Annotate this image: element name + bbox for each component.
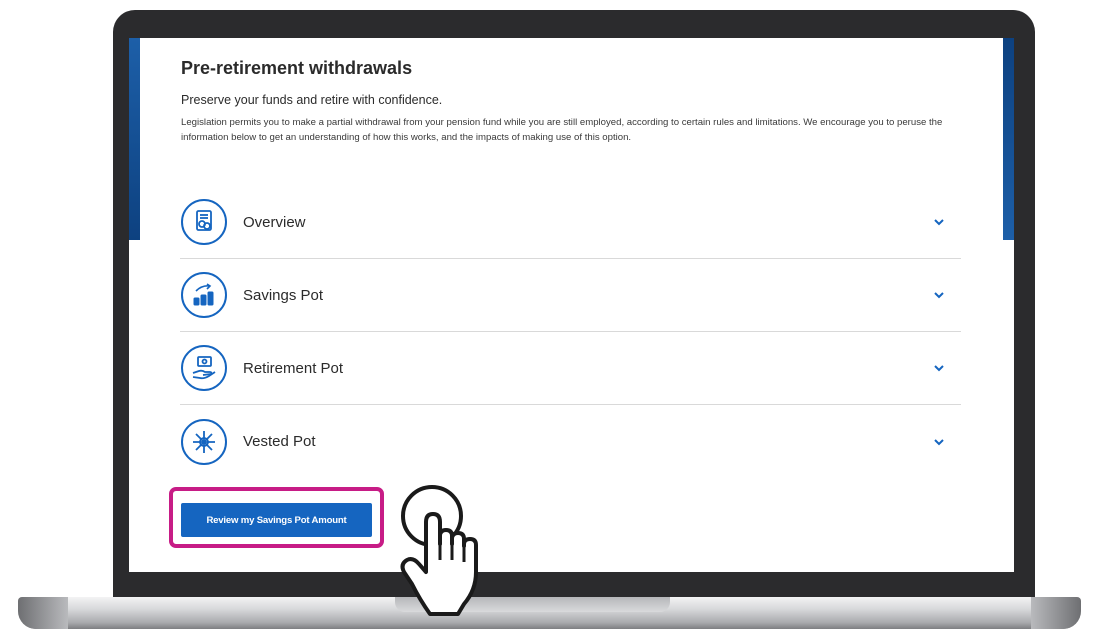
chevron-down-icon[interactable] — [932, 437, 946, 447]
intro-paragraph: Legislation permits you to make a partia… — [181, 117, 943, 143]
screen-left-accent — [129, 38, 140, 240]
accordion-item-overview[interactable]: Overview — [180, 186, 961, 259]
document-coins-icon — [181, 199, 227, 245]
cta-highlight-frame: Review my Savings Pot Amount — [169, 487, 384, 548]
screen-right-accent — [1003, 38, 1014, 240]
accordion-item-savings-pot[interactable]: Savings Pot — [180, 259, 961, 332]
accordion-item-retirement-pot[interactable]: Retirement Pot — [180, 332, 961, 405]
coin-stacks-growth-icon — [181, 272, 227, 318]
accordion-item-label: Vested Pot — [243, 433, 316, 450]
laptop-screen: Pre-retirement withdrawals Preserve your… — [129, 38, 1014, 572]
hand-pointer-cursor-icon — [400, 485, 478, 616]
accordion: Overview Savings Pot Retirement Pot Vest… — [180, 186, 961, 478]
intro-section: Pre-retirement withdrawals Preserve your… — [181, 58, 961, 145]
snowflake-icon — [181, 418, 227, 465]
accordion-item-label: Overview — [243, 213, 306, 231]
laptop-base-right-end — [1031, 597, 1081, 629]
review-savings-pot-button[interactable]: Review my Savings Pot Amount — [181, 503, 372, 537]
chevron-down-icon[interactable] — [932, 363, 946, 373]
laptop-base-left-end — [18, 597, 68, 629]
accordion-item-label: Savings Pot — [243, 286, 324, 304]
page-title: Pre-retirement withdrawals — [181, 58, 413, 78]
accordion-item-label: Retirement Pot — [243, 359, 344, 377]
chevron-down-icon[interactable] — [932, 217, 946, 227]
hand-holding-cash-icon — [181, 345, 227, 391]
chevron-down-icon[interactable] — [932, 290, 946, 300]
page-subtitle: Preserve your funds and retire with conf… — [181, 93, 443, 107]
accordion-item-vested-pot[interactable]: Vested Pot — [180, 405, 961, 478]
